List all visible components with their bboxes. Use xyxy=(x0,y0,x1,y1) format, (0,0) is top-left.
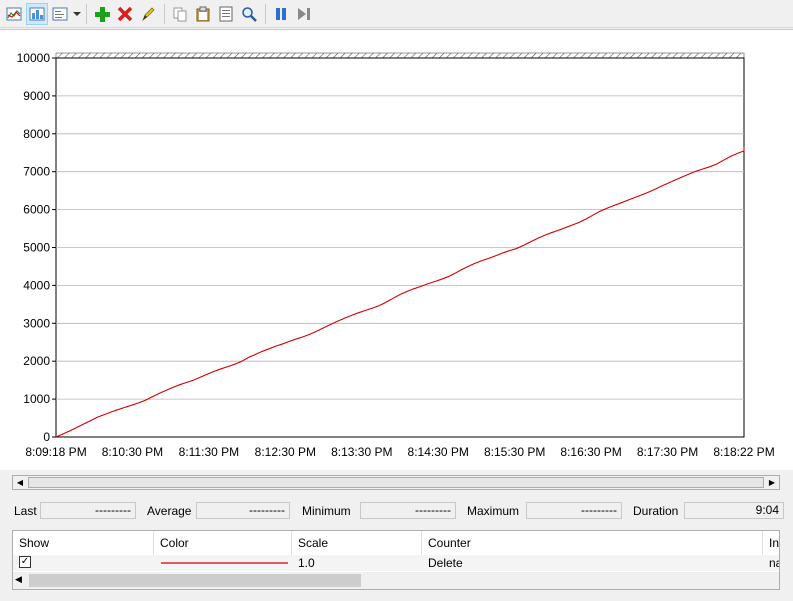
y-tick-label: 2000 xyxy=(23,354,50,368)
delete-counter-icon[interactable] xyxy=(114,3,136,25)
average-label: Average xyxy=(147,504,192,518)
y-tick-label: 10000 xyxy=(17,51,51,65)
column-header-counter[interactable]: Counter xyxy=(422,531,763,555)
y-tick-label: 7000 xyxy=(23,165,50,179)
color-swatch xyxy=(154,555,292,571)
stats-bar: Last --------- Average --------- Minimum… xyxy=(0,500,793,522)
add-counter-icon[interactable] xyxy=(91,3,113,25)
maximum-value: --------- xyxy=(526,502,622,519)
x-tick-label: 8:14:30 PM xyxy=(408,445,469,459)
performance-chart: 1000090008000700060005000400030002000100… xyxy=(17,51,775,459)
column-header-scale[interactable]: Scale xyxy=(292,531,422,555)
x-tick-label: 8:11:30 PM xyxy=(179,445,239,459)
scroll-left-icon[interactable]: ◀ xyxy=(15,574,22,585)
toolbar-separator xyxy=(265,3,266,24)
legend-scrollbar[interactable]: ◀ xyxy=(13,572,779,589)
copy-properties-icon[interactable] xyxy=(169,3,191,25)
show-checkbox[interactable]: ✓ xyxy=(19,556,31,568)
scroll-left-icon[interactable]: ◀ xyxy=(13,476,27,489)
chart-top-hatch xyxy=(55,52,745,59)
graph-area: 10000 9000 8000 7000 6000 5000 4000 3000 2000 100… xyxy=(0,29,793,470)
last-label: Last xyxy=(14,504,37,518)
duration-label: Duration xyxy=(633,504,679,518)
x-tick-label: 8:15:30 PM xyxy=(484,445,545,459)
x-tick-label: 8:17:30 PM xyxy=(637,445,698,459)
y-tick-label: 9000 xyxy=(23,89,50,103)
column-header-color[interactable]: Color xyxy=(154,531,292,555)
counter-legend: Show Color Scale Counter In ✓ 1.0 Delete… xyxy=(12,530,780,590)
column-header-instance[interactable]: In xyxy=(763,531,779,555)
scroll-right-icon[interactable]: ▶ xyxy=(765,476,779,489)
x-tick-label: 8:09:18 PM xyxy=(25,445,86,459)
last-value: --------- xyxy=(40,502,136,519)
x-tick-label: 8:13:30 PM xyxy=(331,445,392,459)
highlight-icon[interactable] xyxy=(137,3,159,25)
y-tick-label: 5000 xyxy=(23,241,50,255)
column-header-show[interactable]: Show xyxy=(13,531,154,555)
average-value: --------- xyxy=(196,502,290,519)
view-graph-icon[interactable] xyxy=(3,3,25,25)
toolbar-separator xyxy=(164,3,165,24)
update-data-icon[interactable] xyxy=(293,3,315,25)
counter-value: Delete xyxy=(428,556,463,570)
dropdown-arrow-icon[interactable] xyxy=(72,3,82,25)
paste-counter-icon[interactable] xyxy=(192,3,214,25)
scroll-thumb[interactable] xyxy=(28,477,764,488)
maximum-label: Maximum xyxy=(467,504,520,518)
view-histogram-icon[interactable] xyxy=(26,2,48,25)
y-tick-label: 1000 xyxy=(23,392,50,406)
y-tick-label: 6000 xyxy=(23,203,50,217)
x-tick-label: 8:16:30 PM xyxy=(560,445,621,459)
x-tick-label: 8:10:30 PM xyxy=(102,445,163,459)
x-tick-label: 8:12:30 PM xyxy=(255,445,316,459)
y-tick-label: 4000 xyxy=(23,278,50,292)
instance-value: na xyxy=(769,556,779,570)
time-scrollbar[interactable]: ◀ ▶ xyxy=(12,475,780,490)
scale-value: 1.0 xyxy=(298,556,315,570)
zoom-icon[interactable] xyxy=(238,3,260,25)
legend-scroll-thumb[interactable] xyxy=(29,574,361,587)
toolbar xyxy=(0,0,793,28)
freeze-display-icon[interactable] xyxy=(270,3,292,25)
properties-icon[interactable] xyxy=(215,3,237,25)
duration-value: 9:04 xyxy=(684,502,784,519)
x-tick-label: 8:18:22 PM xyxy=(713,445,774,459)
minimum-value: --------- xyxy=(360,502,456,519)
y-tick-label: 0 xyxy=(43,430,50,444)
view-report-icon[interactable] xyxy=(49,3,71,25)
toolbar-separator xyxy=(86,3,87,24)
legend-row[interactable]: ✓ 1.0 Delete na xyxy=(13,555,779,571)
legend-header: Show Color Scale Counter In xyxy=(13,531,779,555)
y-tick-label: 8000 xyxy=(23,127,50,141)
minimum-label: Minimum xyxy=(302,504,351,518)
y-tick-label: 3000 xyxy=(23,316,50,330)
